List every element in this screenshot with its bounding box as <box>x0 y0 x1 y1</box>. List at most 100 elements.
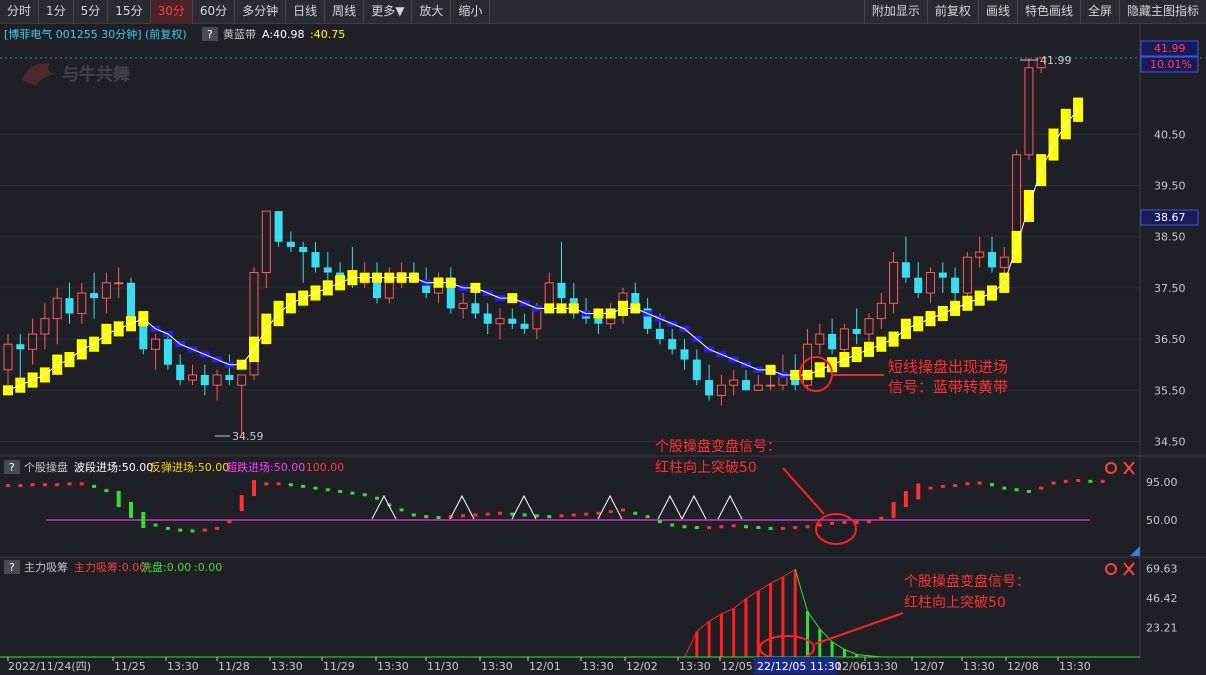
x-tick-label: 13:30 <box>679 660 711 673</box>
indicator-name: 黄蓝带 <box>223 27 256 41</box>
candle-body-down <box>274 211 283 242</box>
osc-dot <box>965 482 970 486</box>
osc-dot <box>473 513 478 517</box>
osc-dot <box>301 484 306 488</box>
osc-dot <box>842 521 847 525</box>
candle-body-down <box>828 333 837 350</box>
toolbar-action-0[interactable]: 附加显示 <box>863 0 927 24</box>
osc-dot <box>916 483 921 500</box>
osc-annotation-line-1: 个股操盘变盘信号： <box>655 438 781 455</box>
osc-dot <box>461 514 466 518</box>
help-mark: ? <box>9 461 15 474</box>
osc-dot <box>1100 479 1105 483</box>
candle-body-up <box>926 272 935 294</box>
x-tick-label: 12/05 <box>721 660 753 673</box>
candle-body-up <box>495 318 505 325</box>
osc-dot <box>547 515 552 519</box>
tab-period-5[interactable]: 60分 <box>193 0 236 24</box>
candle-body-down <box>286 241 295 247</box>
candle-body-down <box>668 339 677 350</box>
toolbar-action-3[interactable]: 特色画线 <box>1016 0 1080 24</box>
osc-dot <box>633 511 638 515</box>
osc-dot <box>399 508 404 512</box>
candle-body-down <box>951 277 960 294</box>
flow-annotation-line-1: 个股操盘变盘信号： <box>904 573 1030 590</box>
osc-dot <box>288 483 293 487</box>
x-tick-label: 13:30 <box>582 660 614 673</box>
candle-body-down <box>705 380 714 396</box>
price-tick-label: 35.50 <box>1154 384 1186 397</box>
osc-dot <box>79 482 84 486</box>
osc-tick-label: 50.00 <box>1146 514 1178 527</box>
x-tick-label: 11/25 <box>114 660 146 673</box>
osc-dot <box>116 491 121 507</box>
close-icon[interactable] <box>1123 562 1135 576</box>
x-tick-label: 13:30 <box>963 660 995 673</box>
gear-icon[interactable] <box>1105 563 1117 575</box>
osc-legend: 波段进场:50.00反弹进场:50.00超跌进场:50.00:100.00 <box>74 460 344 474</box>
candle-body-down <box>988 252 996 268</box>
tab-period-1[interactable]: 1分 <box>39 0 74 24</box>
candle-body-down <box>311 252 320 268</box>
osc-dot <box>670 523 675 527</box>
pct-tag-text: 10.01% <box>1150 58 1192 71</box>
candle-body-down <box>655 328 664 340</box>
toolbar-action-1[interactable]: 前复权 <box>926 0 978 24</box>
tab-period-7[interactable]: 日线 <box>286 0 326 24</box>
period-tabs: 分时 1分 5分 15分 30分 60分 多分钟 日线 周线 更多▼ 放大 缩小 <box>0 0 491 24</box>
osc-dot <box>657 520 662 524</box>
flow-annotation-line-2: 红柱向上突破50 <box>904 595 1006 611</box>
tab-period-9[interactable]: 更多▼ <box>364 0 413 24</box>
candle-body-up <box>962 256 972 294</box>
candle-body-up <box>716 384 726 396</box>
candle-body-up <box>237 374 247 386</box>
osc-dot <box>104 489 109 493</box>
flow-red-outline <box>684 568 796 658</box>
tab-period-11[interactable]: 缩小 <box>451 0 491 24</box>
peak-marker <box>657 494 683 520</box>
tab-period-10[interactable]: 放大 <box>412 0 452 24</box>
tab-period-2[interactable]: 5分 <box>74 0 109 24</box>
price-tick-label: 36.50 <box>1154 333 1186 346</box>
x-tick-label: 13:30 <box>167 660 199 673</box>
osc-series: 50.00 95.00 <box>6 476 1178 533</box>
osc-dot <box>215 526 220 530</box>
tab-period-0[interactable]: 分时 <box>0 0 40 24</box>
tab-period-3[interactable]: 15分 <box>108 0 151 24</box>
osc-dot <box>571 513 576 517</box>
peak-marker <box>597 494 623 520</box>
close-icon[interactable] <box>1123 461 1135 475</box>
tab-period-6[interactable]: 多分钟 <box>235 0 287 24</box>
candle-body-down <box>901 262 910 278</box>
candle-body-down <box>557 282 566 299</box>
osc-dot <box>55 483 60 487</box>
help-mark: ? <box>9 561 15 574</box>
osc-dot <box>325 488 330 492</box>
osc-dot <box>202 528 207 532</box>
gear-icon[interactable] <box>1105 462 1117 474</box>
price-tick-label: 34.50 <box>1154 436 1186 449</box>
toolbar-action-5[interactable]: 隐藏主图指标 <box>1118 0 1206 24</box>
osc-dot <box>190 529 195 533</box>
current-price-text: 38.67 <box>1154 211 1186 224</box>
watermark-logo: 与牛共舞 <box>22 63 130 86</box>
flow-annotation-arrow <box>814 612 904 645</box>
osc-dot <box>42 483 47 487</box>
candle-body-down <box>90 293 99 299</box>
osc-dot <box>744 525 748 529</box>
candle-body-down <box>200 374 209 386</box>
osc-dot <box>141 512 146 528</box>
price-tag-high-text: 41.99 <box>1154 42 1186 55</box>
x-tick-label: 12/07 <box>913 660 945 673</box>
kline-chart[interactable]: [博菲电气 001255 30分钟] (前复权) ? 黄蓝带 A:40.98 :… <box>0 24 1206 675</box>
toolbar-action-4[interactable]: 全屏 <box>1079 0 1119 24</box>
flow-signal-circle <box>759 635 815 661</box>
toolbar-action-2[interactable]: 画线 <box>977 0 1017 24</box>
osc-dot <box>1088 479 1093 483</box>
osc-dot <box>867 520 871 524</box>
osc-dot <box>1002 486 1007 490</box>
osc-dot <box>264 482 269 486</box>
tab-period-8[interactable]: 周线 <box>325 0 365 24</box>
tab-period-4[interactable]: 30分 <box>150 0 193 24</box>
osc-dot <box>1076 479 1081 483</box>
